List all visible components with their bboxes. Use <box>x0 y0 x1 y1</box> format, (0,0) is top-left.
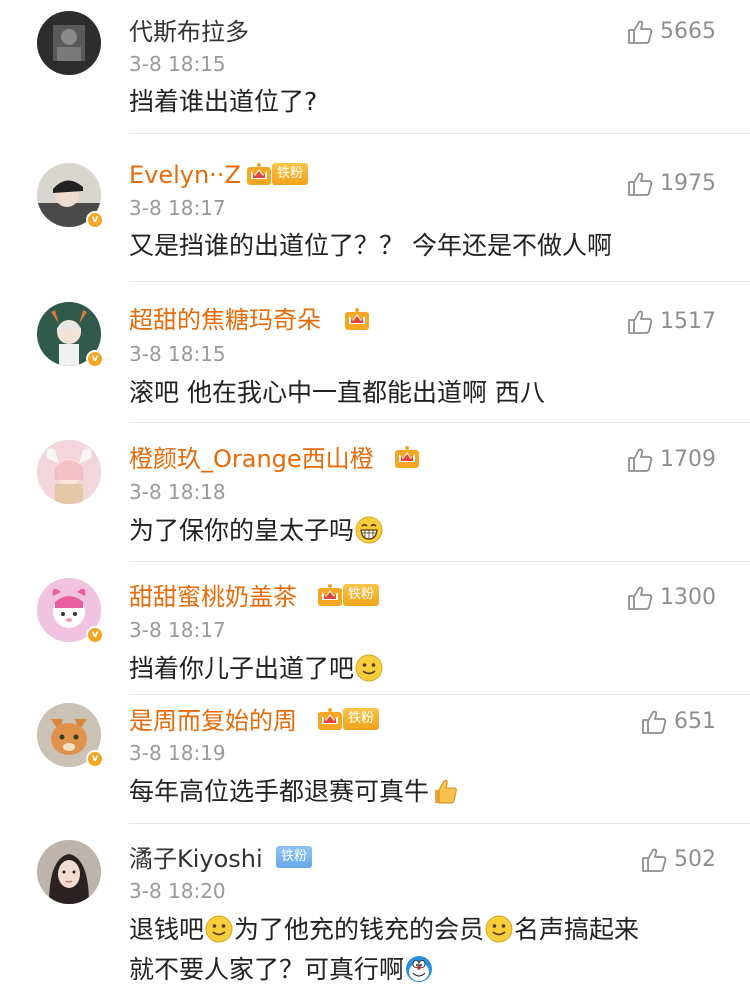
comment-text: 为了保你的皇太子吗 <box>129 511 729 551</box>
verified-badge: v <box>86 350 104 368</box>
avatar[interactable] <box>37 840 101 904</box>
like-button[interactable]: 5665 <box>626 17 716 47</box>
divider <box>129 694 750 695</box>
smile-emoji <box>484 914 514 944</box>
like-button[interactable]: 1709 <box>626 445 716 475</box>
username[interactable]: 是周而复始的周 <box>129 706 297 736</box>
fan-badge: 铁粉 <box>343 584 380 606</box>
divider <box>129 422 750 423</box>
comment-text-content: 挡着你儿子出道了吧 <box>129 654 355 683</box>
comment-text: 挡着你儿子出道了吧 <box>129 649 729 689</box>
verified-badge: v <box>86 626 104 644</box>
username[interactable]: Evelyn··Z <box>129 160 241 190</box>
comment-time: 3-8 18:20 <box>129 879 226 903</box>
like-button[interactable]: 1517 <box>626 307 716 337</box>
comment-text: 滚吧 他在我心中一直都能出道啊 西八 <box>129 378 545 407</box>
thumbs-up-emoji <box>429 776 459 806</box>
divider <box>129 823 750 824</box>
thumbs-up-icon <box>640 708 668 736</box>
fan-badge: 铁粉 <box>343 708 380 730</box>
username[interactable]: 超甜的焦糖玛奇朵 <box>129 305 321 335</box>
thumbs-up-icon <box>640 846 668 874</box>
comment-text-content: 每年高位选手都退赛可真牛 <box>129 777 430 806</box>
like-count: 502 <box>674 847 716 872</box>
divider <box>129 561 750 562</box>
comment-text-content: 为了保你的皇太子吗 <box>129 516 355 545</box>
like-button[interactable]: 651 <box>640 707 716 737</box>
smile-emoji <box>354 653 384 683</box>
comment-text: 挡着谁出道位了? <box>129 87 318 116</box>
divider <box>129 133 750 134</box>
verified-badge: v <box>86 211 104 229</box>
like-count: 1517 <box>660 309 716 334</box>
grin-emoji <box>354 515 384 545</box>
comment-time: 3-8 18:17 <box>129 196 226 220</box>
comment-text: 又是挡谁的出道位了？？ 今年还是不做人啊 <box>129 231 612 260</box>
divider <box>129 281 750 282</box>
username[interactable]: 甜甜蜜桃奶盖茶 <box>129 582 297 612</box>
vip-crown-icon <box>343 305 371 333</box>
comment-text-part: 退钱吧 <box>129 915 205 944</box>
vip-crown-icon <box>316 581 344 609</box>
fan-badge: 铁粉 <box>272 163 309 185</box>
comment-text: 退钱吧 为了他充的钱充的会员 名声搞起来就不要人家了？可真行啊 <box>129 910 729 990</box>
fan-badge: 铁粉 <box>276 846 313 868</box>
vip-crown-icon <box>245 160 273 188</box>
like-count: 1709 <box>660 447 716 472</box>
thumbs-up-icon <box>626 18 654 46</box>
thumbs-up-icon <box>626 584 654 612</box>
verified-badge: v <box>86 750 104 768</box>
like-count: 651 <box>674 709 716 734</box>
like-count: 1975 <box>660 171 716 196</box>
comment-text-part: 为了他充的钱充的会员 <box>234 915 485 944</box>
doraemon-emoji <box>404 954 434 984</box>
thumbs-up-icon <box>626 446 654 474</box>
comment-text-part: 名声搞起来 <box>514 915 640 944</box>
comment-time: 3-8 18:15 <box>129 52 226 76</box>
username[interactable]: 代斯布拉多 <box>129 17 249 47</box>
avatar[interactable] <box>37 440 101 504</box>
like-button[interactable]: 1300 <box>626 583 716 613</box>
like-count: 5665 <box>660 19 716 44</box>
like-button[interactable]: 1975 <box>626 169 716 199</box>
comment-text-part: 就不要人家了？可真行啊 <box>129 955 405 984</box>
smile-emoji <box>204 914 234 944</box>
like-button[interactable]: 502 <box>640 845 716 875</box>
vip-crown-icon <box>316 705 344 733</box>
username[interactable]: 橙颜玖_Orange西山橙 <box>129 444 374 474</box>
vip-crown-icon <box>393 443 421 471</box>
thumbs-up-icon <box>626 308 654 336</box>
comment-time: 3-8 18:17 <box>129 618 226 642</box>
username[interactable]: 潏子Kiyoshi <box>129 844 263 874</box>
comment-text: 每年高位选手都退赛可真牛 <box>129 772 729 812</box>
comment-time: 3-8 18:15 <box>129 342 226 366</box>
comment-time: 3-8 18:18 <box>129 480 226 504</box>
thumbs-up-icon <box>626 170 654 198</box>
like-count: 1300 <box>660 585 716 610</box>
comment-time: 3-8 18:19 <box>129 741 226 765</box>
avatar[interactable] <box>37 11 101 75</box>
